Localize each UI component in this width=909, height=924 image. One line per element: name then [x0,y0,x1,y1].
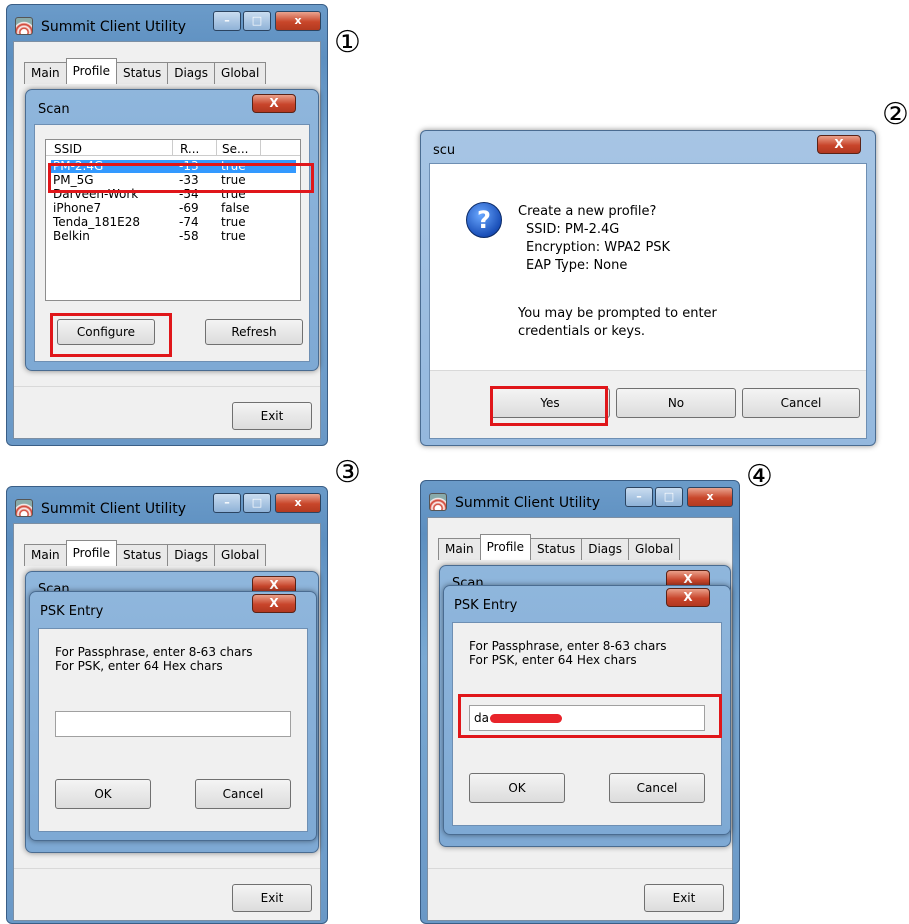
app-icon [429,493,447,511]
exit-button[interactable]: Exit [232,884,312,912]
table-row[interactable]: Belkin -58 true [51,230,296,243]
cancel-button[interactable]: Cancel [742,388,860,418]
rssi-cell: -74 [179,215,199,229]
exit-button[interactable]: Exit [644,884,724,912]
psk-dialog: PSK Entry X For Passphrase, enter 8-63 c… [29,591,317,841]
message-line-3: Encryption: WPA2 PSK [526,240,671,255]
window-title: Summit Client Utility [41,501,187,517]
rssi-cell: -69 [179,201,199,215]
table-row[interactable]: iPhone7 -69 false [51,202,296,215]
col-divider [216,140,217,156]
psk-input[interactable] [55,711,291,737]
hint-passphrase: For Passphrase, enter 8-63 chars [55,645,253,659]
close-button[interactable]: x [687,487,733,507]
tab-global[interactable]: Global [214,62,267,84]
ssid-cell: iPhone7 [53,201,102,215]
maximize-button[interactable]: □ [243,493,271,513]
tab-profile[interactable]: Profile [479,534,531,560]
highlight-psk-input [458,694,722,738]
highlight-selected-ssid [48,163,314,193]
tab-diags[interactable]: Diags [167,62,216,84]
scan-title: Scan [38,102,70,117]
message-line-4: EAP Type: None [526,258,628,273]
close-button[interactable]: x [275,11,321,31]
exit-button[interactable]: Exit [232,402,312,430]
app-icon [15,17,33,35]
psk-close-button[interactable]: X [666,588,710,607]
highlight-configure [50,313,172,357]
hint-psk: For PSK, enter 64 Hex chars [469,653,637,667]
ok-button[interactable]: OK [469,773,565,803]
col-divider [172,140,173,156]
col-divider [260,140,261,156]
maximize-button[interactable]: □ [655,487,683,507]
tab-bar: Main Profile Status Diags Global [24,540,267,566]
minimize-button[interactable]: – [213,11,241,31]
list-header: SSID R... Se... [46,140,300,156]
tab-status[interactable]: Status [115,544,169,566]
window-title: Summit Client Utility [455,495,601,511]
minimize-button[interactable]: – [213,493,241,513]
security-cell: false [221,201,250,215]
window-title: Summit Client Utility [41,19,187,35]
tab-status[interactable]: Status [115,62,169,84]
ssid-cell: Belkin [53,229,90,243]
cancel-button[interactable]: Cancel [195,779,291,809]
ok-button[interactable]: OK [55,779,151,809]
col-rssi[interactable]: R... [180,142,199,156]
table-row[interactable]: Tenda_181E28 -74 true [51,216,296,229]
summit-window-step3: Summit Client Utility – □ x Main Profile… [6,486,328,924]
col-security[interactable]: Se... [222,142,248,156]
step-number-2: ② [882,97,909,132]
tab-global[interactable]: Global [628,538,681,560]
tab-profile[interactable]: Profile [65,58,117,84]
maximize-button[interactable]: □ [243,11,271,31]
minimize-button[interactable]: – [625,487,653,507]
ssid-cell: Tenda_181E28 [53,215,141,229]
message-line-1: Create a new profile? [518,204,657,219]
scu-close-button[interactable]: X [817,135,861,154]
tab-global[interactable]: Global [214,544,267,566]
psk-title: PSK Entry [454,598,518,613]
tab-main[interactable]: Main [24,544,67,566]
scan-close-button[interactable]: X [252,94,296,113]
cancel-button[interactable]: Cancel [609,773,705,803]
security-cell: true [221,229,246,243]
tab-diags[interactable]: Diags [167,544,216,566]
refresh-button[interactable]: Refresh [205,319,303,345]
message-line-2: SSID: PM-2.4G [526,222,620,237]
step-number-3: ③ [334,455,361,490]
psk-title: PSK Entry [40,604,104,619]
tab-bar: Main Profile Status Diags Global [24,58,267,84]
tab-main[interactable]: Main [438,538,481,560]
no-button[interactable]: No [616,388,736,418]
message-line-5: You may be prompted to enter [518,306,717,321]
tab-status[interactable]: Status [529,538,583,560]
rssi-cell: -58 [179,229,199,243]
scu-dialog: scu X ? Create a new profile? SSID: PM-2… [420,130,876,446]
tab-profile[interactable]: Profile [65,540,117,566]
psk-content: For Passphrase, enter 8-63 chars For PSK… [38,628,308,832]
tab-bar: Main Profile Status Diags Global [438,534,681,560]
scu-title: scu [433,143,456,158]
message-line-6: credentials or keys. [518,324,645,339]
step-number-1: ① [334,25,361,60]
security-cell: true [221,215,246,229]
hint-passphrase: For Passphrase, enter 8-63 chars [469,639,667,653]
app-icon [15,499,33,517]
hint-psk: For PSK, enter 64 Hex chars [55,659,223,673]
close-button[interactable]: x [275,493,321,513]
tab-diags[interactable]: Diags [581,538,630,560]
tab-main[interactable]: Main [24,62,67,84]
highlight-yes [490,386,608,426]
step-number-4: ④ [746,459,773,494]
question-icon: ? [466,202,502,238]
col-ssid[interactable]: SSID [54,142,82,156]
summit-window-step1: Summit Client Utility – □ x Main Profile… [6,4,328,446]
psk-close-button[interactable]: X [252,594,296,613]
